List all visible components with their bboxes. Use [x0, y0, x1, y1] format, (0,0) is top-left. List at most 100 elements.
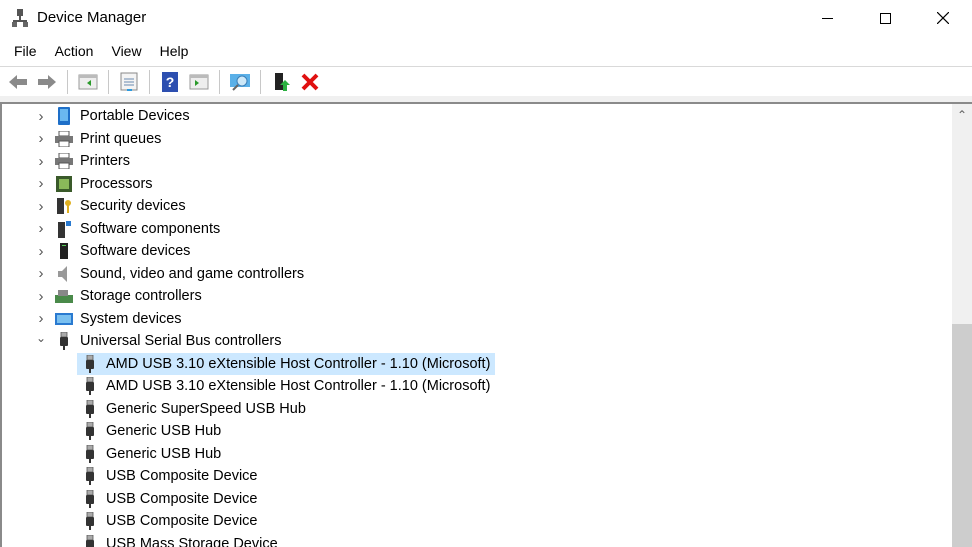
toolbar-divider	[67, 69, 68, 94]
tree-device-row[interactable]: USB Composite Device	[77, 488, 258, 510]
show-action-pane-icon[interactable]	[187, 70, 211, 94]
speaker-icon	[55, 265, 73, 283]
printer-icon	[55, 152, 73, 170]
show-hide-console-tree-icon[interactable]	[76, 70, 100, 94]
tree-device-label: Generic SuperSpeed USB Hub	[106, 400, 306, 417]
tree-category-label: Sound, video and game controllers	[80, 265, 305, 282]
usb-icon	[81, 422, 99, 440]
menu-file[interactable]: File	[0, 40, 44, 64]
back-icon[interactable]	[6, 70, 30, 94]
chevron-right-icon[interactable]: ›	[35, 243, 47, 260]
chevron-right-icon[interactable]: ›	[35, 175, 47, 192]
security-device-icon	[55, 197, 73, 215]
printer-icon	[55, 130, 73, 148]
toolbar: ?	[0, 66, 972, 96]
scan-hardware-icon[interactable]	[228, 70, 252, 94]
tree-category-row[interactable]: › Sound, video and game controllers	[39, 263, 305, 285]
tree-category-label: Portable Devices	[80, 108, 190, 124]
tree-category-label: Printers	[80, 153, 130, 169]
menu-action[interactable]: Action	[48, 40, 101, 64]
tree-device-label: AMD USB 3.10 eXtensible Host Controller …	[106, 378, 491, 394]
tree-device-label: USB Mass Storage Device	[106, 535, 278, 547]
minimize-button[interactable]	[798, 0, 856, 36]
tree-device-label: Generic USB Hub	[106, 423, 222, 439]
tree-device-row[interactable]: USB Mass Storage Device	[77, 533, 278, 547]
tree-category-row[interactable]: › Processors	[39, 173, 153, 195]
menu-view[interactable]: View	[104, 40, 148, 64]
toolbar-divider	[149, 69, 150, 94]
usb-icon	[81, 377, 99, 395]
tree-category-row[interactable]: › System devices	[39, 308, 182, 330]
tree-device-row[interactable]: Generic USB Hub	[77, 420, 221, 442]
chevron-right-icon[interactable]: ›	[35, 265, 47, 282]
usb-icon	[81, 512, 99, 530]
tree-category-label: Universal Serial Bus controllers	[80, 333, 282, 349]
toolbar-divider	[260, 69, 261, 94]
window-title: Device Manager	[37, 9, 147, 26]
toolbar-divider	[108, 69, 109, 94]
tree-category-row[interactable]: ⌄ Universal Serial Bus controllers	[36, 330, 282, 352]
tree-category-label: Storage controllers	[80, 288, 202, 304]
tree-category-row[interactable]: › Printers	[39, 150, 130, 172]
title-bar: Device Manager	[0, 0, 972, 38]
tree-device-row[interactable]: USB Composite Device	[77, 465, 258, 487]
tree-category-row[interactable]: › Software components	[39, 218, 221, 240]
tree-device-label: USB Composite Device	[106, 513, 258, 529]
usb-icon	[81, 534, 99, 547]
chevron-right-icon[interactable]: ›	[35, 220, 47, 237]
properties-icon[interactable]	[117, 70, 141, 94]
pane-divider	[0, 96, 972, 104]
help-icon[interactable]: ?	[158, 70, 182, 94]
forward-icon[interactable]	[35, 70, 59, 94]
svg-text:?: ?	[166, 74, 175, 90]
chevron-right-icon[interactable]: ›	[35, 153, 47, 170]
update-driver-icon[interactable]	[269, 70, 293, 94]
uninstall-device-icon[interactable]	[298, 70, 322, 94]
tree-device-label: USB Composite Device	[106, 490, 258, 507]
tree-device-row[interactable]: AMD USB 3.10 eXtensible Host Controller …	[77, 352, 496, 375]
processor-icon	[55, 175, 73, 193]
portable-device-icon	[55, 107, 73, 125]
usb-icon	[81, 444, 99, 463]
tree-device-label: Generic USB Hub	[106, 445, 222, 462]
tree-category-label: Processors	[80, 175, 153, 192]
chevron-right-icon[interactable]: ›	[35, 108, 47, 125]
menu-bar: File Action View Help	[0, 40, 199, 64]
tree-category-label: Software components	[80, 220, 221, 237]
tree-category-row[interactable]: › Security devices	[39, 195, 186, 217]
system-device-icon	[55, 310, 73, 328]
usb-icon	[81, 399, 99, 418]
menu-help[interactable]: Help	[153, 40, 196, 64]
tree-category-row[interactable]: › Print queues	[39, 128, 162, 150]
tree-category-row[interactable]: › Storage controllers	[39, 285, 202, 307]
tree-category-row[interactable]: › Portable Devices	[39, 105, 190, 127]
vertical-scrollbar[interactable]: ⌃	[952, 104, 972, 547]
tree-device-row[interactable]: AMD USB 3.10 eXtensible Host Controller …	[77, 375, 490, 397]
tree-device-row[interactable]: Generic USB Hub	[77, 443, 221, 465]
usb-icon	[81, 354, 99, 373]
device-manager-icon	[12, 9, 28, 27]
device-tree: › Portable Devices › Print queues › Printers ›…	[0, 104, 952, 547]
tree-device-row[interactable]: Generic SuperSpeed USB Hub	[77, 398, 306, 420]
tree-device-label: USB Composite Device	[106, 468, 258, 484]
maximize-button[interactable]	[856, 0, 914, 36]
chevron-right-icon[interactable]: ›	[35, 310, 47, 327]
chevron-right-icon[interactable]: ›	[35, 198, 47, 215]
tree-category-label: Print queues	[80, 130, 162, 147]
chevron-down-icon[interactable]: ⌄	[35, 331, 47, 345]
scroll-up-icon[interactable]: ⌃	[957, 108, 967, 122]
scrollbar-thumb[interactable]	[952, 324, 972, 547]
close-button[interactable]	[914, 0, 972, 36]
usb-icon	[55, 332, 73, 350]
chevron-right-icon[interactable]: ›	[35, 288, 47, 305]
tree-device-row[interactable]: USB Composite Device	[77, 510, 258, 532]
toolbar-divider	[219, 69, 220, 94]
chevron-right-icon[interactable]: ›	[35, 130, 47, 147]
tree-category-label: Software devices	[80, 243, 191, 259]
tree-category-label: System devices	[80, 310, 182, 327]
storage-controller-icon	[55, 287, 73, 305]
tree-category-row[interactable]: › Software devices	[39, 240, 191, 262]
tree-device-label: AMD USB 3.10 eXtensible Host Controller …	[106, 355, 491, 372]
software-device-icon	[55, 242, 73, 260]
usb-icon	[81, 489, 99, 508]
